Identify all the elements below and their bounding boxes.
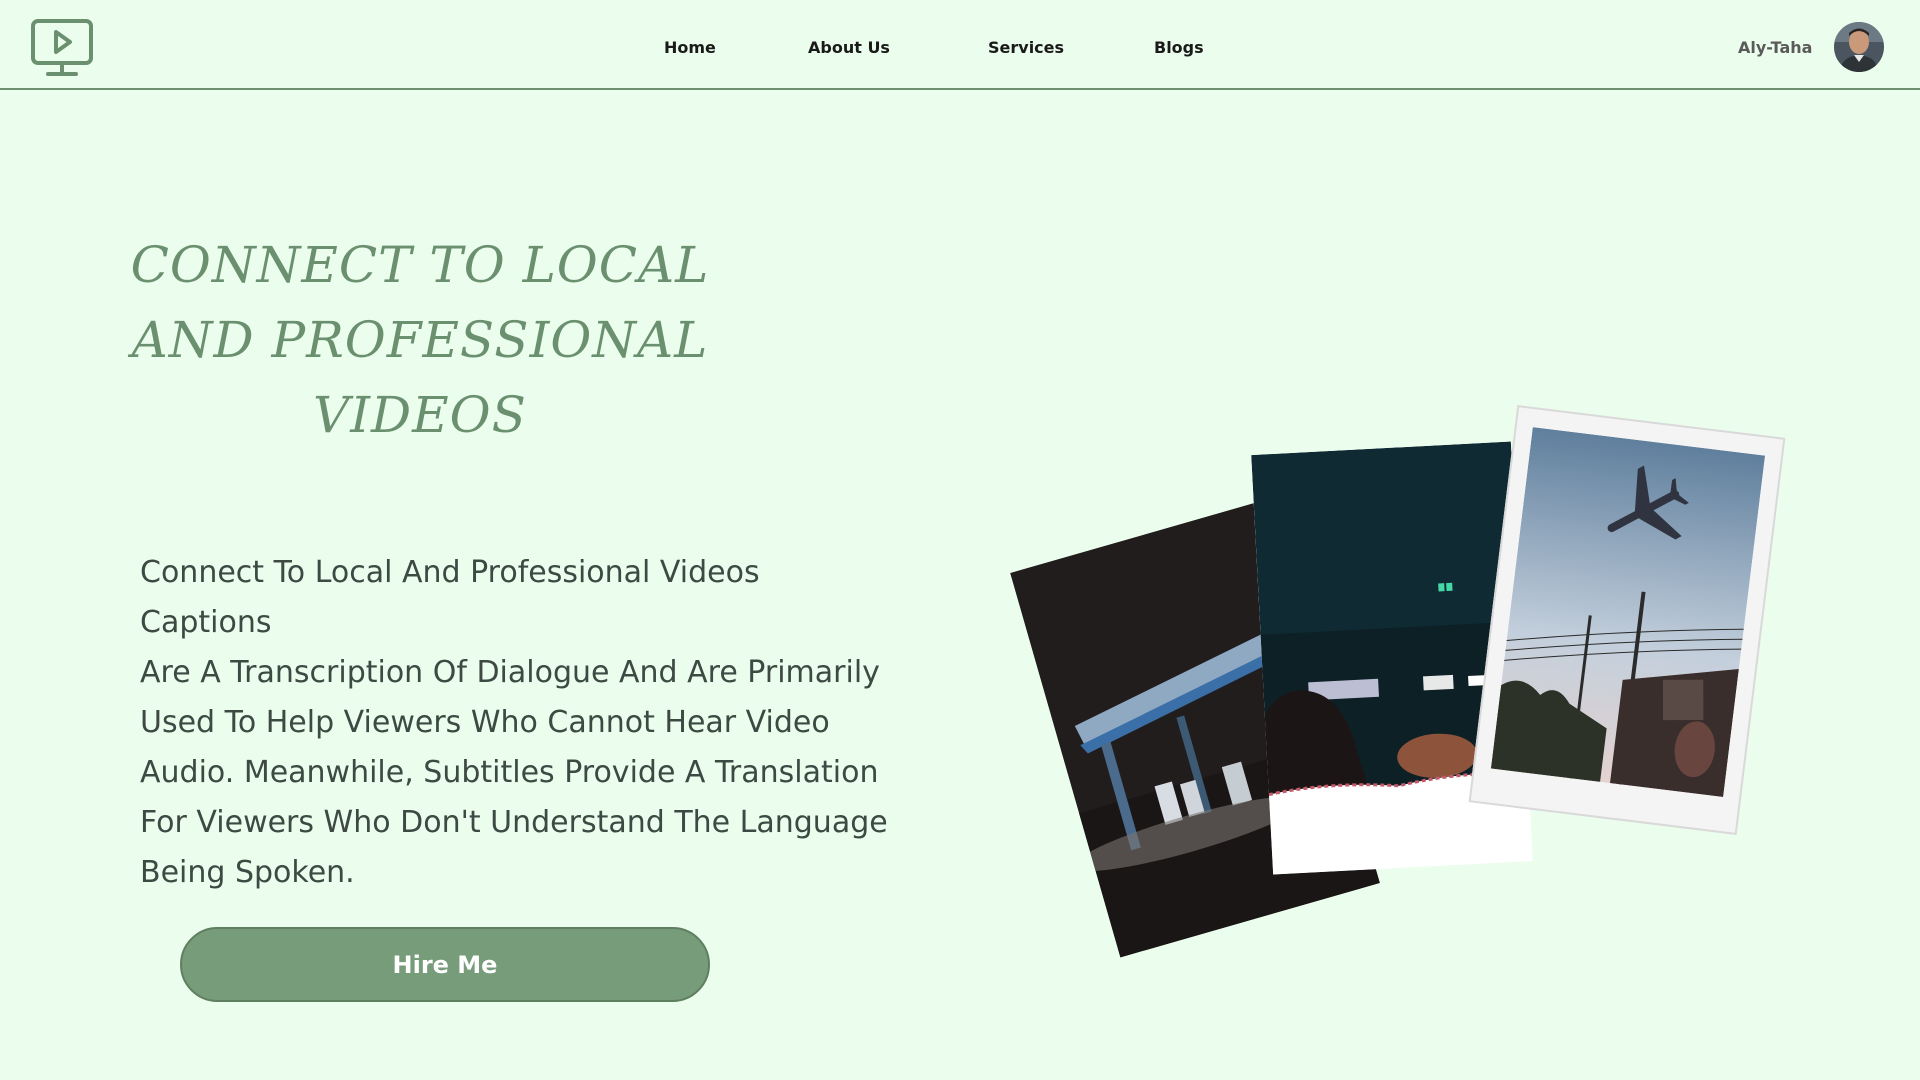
- hero-title-line-3: VIDEOS: [313, 386, 527, 444]
- monitor-play-icon[interactable]: [30, 18, 94, 78]
- hero-description-line: Are A Transcription Of Dialogue And Are …: [140, 655, 880, 690]
- hero-description-line: Being Spoken.: [140, 855, 355, 890]
- hero-description-line: Used To Help Viewers Who Cannot Hear Vid…: [140, 705, 830, 740]
- hero-title-line-1: CONNECT TO LOCAL: [130, 236, 710, 294]
- nav-about-us[interactable]: About Us: [808, 38, 890, 57]
- hero-title: CONNECT TO LOCAL AND PROFESSIONAL VIDEOS: [100, 228, 740, 453]
- hero-description-line: Audio. Meanwhile, Subtitles Provide A Tr…: [140, 755, 879, 790]
- airplane-photo: [1468, 405, 1786, 835]
- user-avatar[interactable]: [1834, 22, 1884, 72]
- user-name[interactable]: Aly-Taha: [1738, 38, 1812, 57]
- hero-title-line-2: AND PROFESSIONAL: [131, 311, 709, 369]
- nav-services[interactable]: Services: [988, 38, 1064, 57]
- hero-description: Connect To Local And Professional Videos…: [140, 548, 900, 898]
- nav-home[interactable]: Home: [664, 38, 716, 57]
- hero-description-line: For Viewers Who Don't Understand The Lan…: [140, 805, 888, 840]
- hero-description-line: Connect To Local And Professional Videos…: [140, 555, 760, 640]
- nav-blogs[interactable]: Blogs: [1154, 38, 1204, 57]
- navbar: Home About Us Services Blogs Aly-Taha: [0, 0, 1920, 90]
- hire-me-button[interactable]: Hire Me: [180, 927, 710, 1002]
